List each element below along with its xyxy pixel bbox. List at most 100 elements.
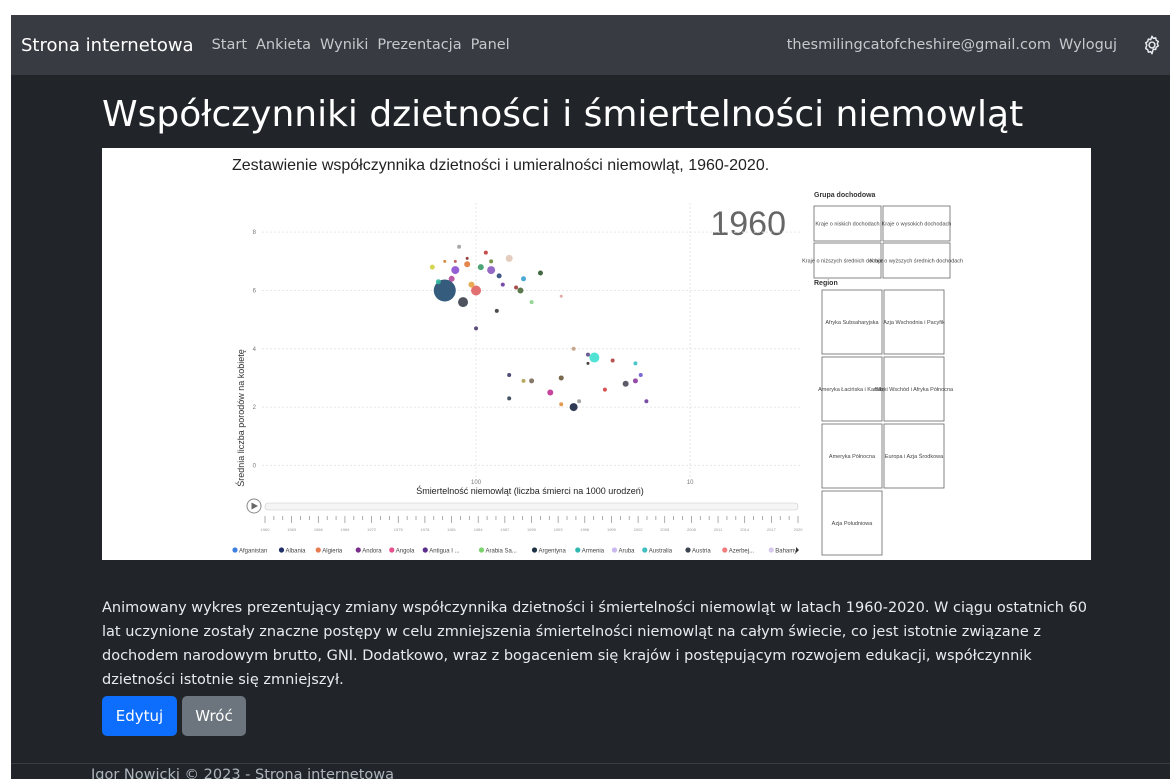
country-bubble[interactable]	[457, 244, 462, 249]
country-bubble[interactable]	[537, 270, 543, 276]
country-bubble[interactable]	[622, 380, 629, 387]
timeline-label: 1981	[447, 527, 457, 532]
user-email[interactable]: thesmilingcatofcheshire@gmail.com	[787, 37, 1051, 53]
legend-marker	[389, 547, 395, 553]
nav-links: Start Ankieta Wyniki Prezentacja Panel	[212, 37, 519, 53]
country-bubble[interactable]	[529, 300, 534, 305]
legend-entry[interactable]: Bahamy	[775, 549, 797, 555]
country-bubble[interactable]	[559, 294, 563, 298]
country-bubble[interactable]	[507, 373, 512, 378]
legend-entry[interactable]: Armenia	[582, 549, 605, 555]
timeline-label: 1978	[420, 527, 430, 532]
country-bubble[interactable]	[489, 259, 494, 264]
nav-link-ankieta[interactable]: Ankieta	[256, 37, 311, 53]
brand-link[interactable]: Strona internetowa	[21, 35, 194, 56]
legend-entry[interactable]: Arabia Sa...	[486, 549, 518, 555]
nav-link-wyniki[interactable]: Wyniki	[320, 37, 368, 53]
region-title: Region	[814, 280, 838, 287]
country-bubble[interactable]	[448, 275, 455, 282]
region-label: Azja Wschodnia i Pacyfik	[883, 320, 945, 326]
country-bubble[interactable]	[458, 297, 469, 308]
nav-link-panel[interactable]: Panel	[471, 37, 510, 53]
country-bubble[interactable]	[529, 378, 535, 384]
legend-entry[interactable]: Algieria	[322, 549, 343, 555]
country-bubble[interactable]	[435, 279, 441, 285]
income-group-label: Kraje o wysokich dochodach	[882, 222, 952, 228]
country-bubble[interactable]	[589, 352, 600, 363]
country-bubble[interactable]	[547, 389, 554, 396]
country-bubble[interactable]	[443, 259, 447, 263]
y-tick-label: 2	[253, 405, 257, 411]
country-bubble[interactable]	[632, 378, 638, 384]
nav-link-prezentacja[interactable]: Prezentacja	[377, 37, 461, 53]
country-bubble[interactable]	[610, 358, 615, 363]
country-bubble[interactable]	[586, 361, 590, 365]
country-bubble[interactable]	[453, 259, 457, 263]
country-bubble[interactable]	[577, 399, 582, 404]
timeline-label: 1960	[261, 527, 271, 532]
legend-entry[interactable]: Albania	[286, 549, 307, 555]
country-bubble[interactable]	[468, 281, 475, 288]
country-bubble[interactable]	[602, 387, 607, 392]
nav-right: thesmilingcatofcheshire@gmail.com Wylogu…	[787, 34, 1170, 56]
country-bubble[interactable]	[569, 403, 578, 412]
country-bubble[interactable]	[558, 375, 564, 381]
legend-entry[interactable]: Aruba	[619, 549, 636, 555]
legend-entry[interactable]: Antigua I ...	[429, 549, 460, 555]
income-group-label: Kraje o niskich dochodach	[815, 222, 879, 228]
country-bubble[interactable]	[571, 346, 576, 351]
country-bubble[interactable]	[644, 399, 649, 404]
logout-link[interactable]: Wyloguj	[1059, 37, 1117, 53]
timeline-label: 1963	[287, 527, 297, 532]
country-bubble[interactable]	[474, 326, 479, 331]
legend-marker	[531, 547, 538, 553]
legend-entry[interactable]: Afganistan	[239, 549, 267, 555]
timeline-label: 1975	[394, 527, 404, 532]
country-bubble[interactable]	[496, 273, 502, 279]
legend-marker	[768, 547, 774, 553]
legend-entry[interactable]: Australia	[649, 549, 673, 555]
timeline-label: 2011	[714, 527, 723, 532]
timeline-track[interactable]	[264, 502, 799, 511]
country-bubble[interactable]	[477, 264, 484, 271]
edit-button[interactable]: Edytuj	[102, 696, 177, 736]
gear-icon[interactable]	[1141, 34, 1163, 56]
timeline-label: 1996	[580, 527, 590, 532]
country-bubble[interactable]	[633, 361, 638, 366]
back-button[interactable]: Wróć	[182, 696, 246, 736]
country-bubble[interactable]	[559, 402, 564, 407]
timeline-label: 2014	[740, 527, 750, 532]
country-bubble[interactable]	[521, 276, 527, 282]
country-bubble[interactable]	[451, 266, 460, 275]
country-bubble[interactable]	[465, 256, 469, 260]
nav-link-start[interactable]: Start	[212, 37, 247, 53]
legend-next-icon[interactable]	[796, 547, 799, 553]
legend-marker	[278, 547, 285, 553]
country-bubble[interactable]	[507, 396, 512, 401]
country-bubble[interactable]	[517, 287, 524, 294]
legend-marker	[722, 547, 728, 553]
timeline-label: 2002	[634, 527, 644, 532]
country-bubble[interactable]	[500, 282, 505, 287]
region-label: Europa i Azja Środkowa	[885, 452, 944, 460]
country-bubble[interactable]	[505, 254, 513, 262]
country-bubble[interactable]	[521, 378, 526, 383]
legend-entry[interactable]: Azerbej...	[729, 549, 755, 555]
country-bubble[interactable]	[429, 264, 435, 270]
legend-entry[interactable]: Austria	[692, 549, 711, 555]
country-bubble[interactable]	[585, 352, 590, 357]
country-bubble[interactable]	[494, 308, 499, 313]
legend-entry[interactable]: Andora	[362, 549, 382, 555]
country-bubble[interactable]	[487, 266, 496, 275]
country-bubble[interactable]	[464, 261, 471, 268]
legend-entry[interactable]: Argentyna	[539, 549, 567, 555]
legend-marker	[642, 547, 648, 553]
country-bubble[interactable]	[483, 250, 488, 255]
country-bubble[interactable]	[514, 285, 519, 290]
region-label: Afryka Subsaharyjska	[825, 320, 879, 326]
income-group-title: Grupa dochodowa	[814, 192, 876, 199]
legend-entry[interactable]: Angola	[396, 549, 415, 555]
navbar: Strona internetowa Start Ankieta Wyniki …	[11, 15, 1170, 75]
x-axis-label: Śmiertelność niemowląt (liczba śmierci n…	[416, 485, 644, 496]
country-bubble[interactable]	[638, 373, 643, 378]
